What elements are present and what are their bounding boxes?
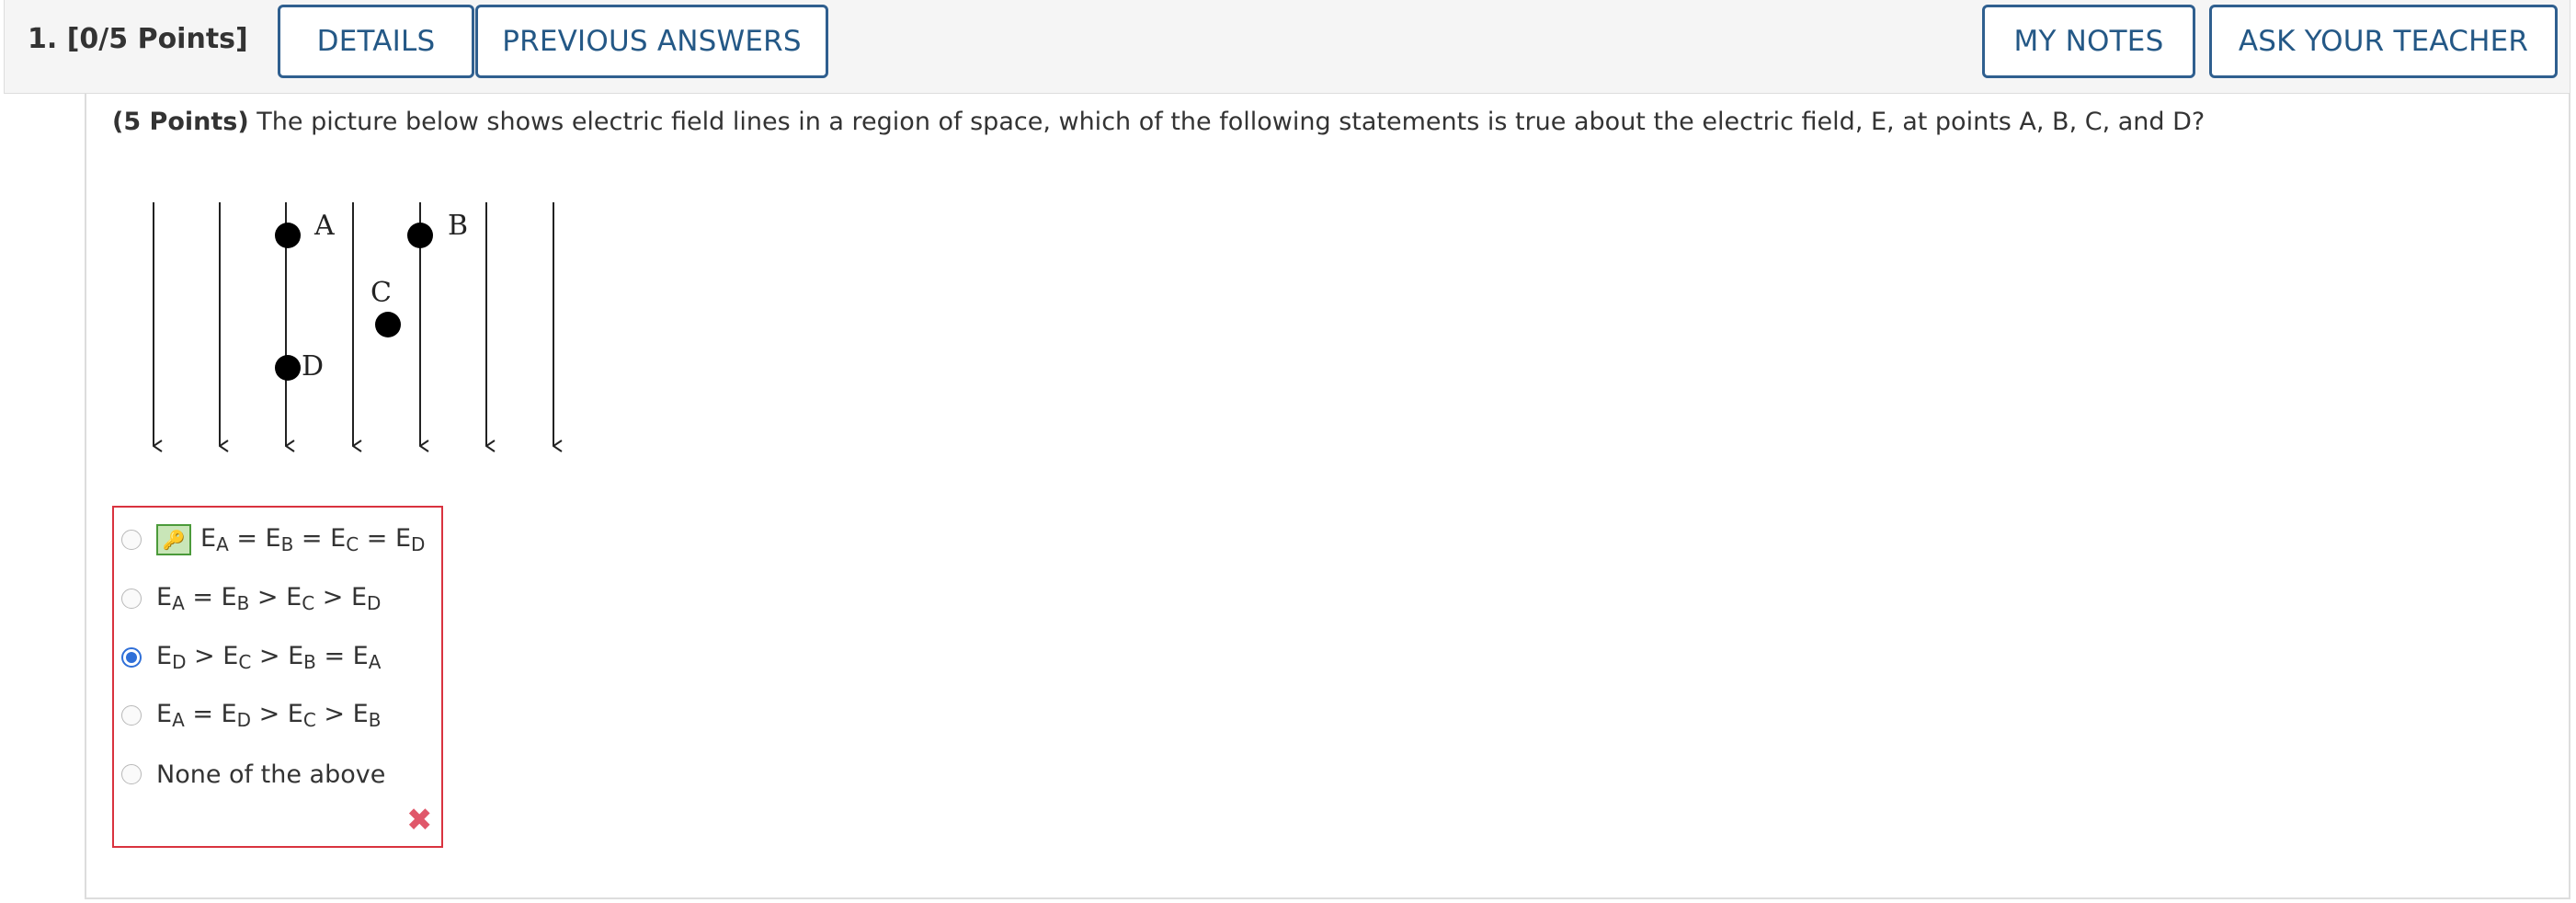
my-notes-button[interactable]: MY NOTES	[1982, 5, 2195, 78]
point-d-label: D	[302, 350, 324, 383]
answer-option-1[interactable]: 🔑 EA = EB = EC = ED	[121, 521, 425, 558]
key-icon: 🔑	[156, 524, 191, 555]
answer-text-5: None of the above	[156, 760, 386, 789]
point-b-label: B	[448, 210, 468, 242]
point-d-dot	[275, 355, 301, 381]
point-b-dot	[407, 223, 433, 248]
question-points: (5 Points)	[112, 108, 249, 136]
point-c-dot	[375, 312, 401, 337]
incorrect-x-icon: ✖	[406, 802, 433, 839]
radio-option-4[interactable]	[121, 705, 142, 726]
previous-answers-button[interactable]: PREVIOUS ANSWERS	[475, 5, 828, 78]
electric-field-diagram: A B C D	[153, 202, 588, 460]
point-a-dot	[275, 223, 301, 248]
answer-choices-box: 🔑 EA = EB = EC = ED EA = EB > EC > ED ED…	[112, 506, 443, 848]
question-number-points: 1. [0/5 Points]	[28, 23, 248, 55]
point-c-label: C	[370, 277, 392, 309]
answer-option-2[interactable]: EA = EB > EC > ED	[121, 580, 381, 617]
answer-text-3: ED > EC > EB = EA	[156, 642, 382, 673]
radio-option-1[interactable]	[121, 530, 142, 550]
question-prompt: (5 Points) The picture below shows elect…	[112, 108, 2205, 136]
answer-option-5[interactable]: None of the above	[121, 756, 385, 793]
answer-text-4: EA = ED > EC > EB	[156, 700, 382, 731]
details-button[interactable]: DETAILS	[278, 5, 474, 78]
question-text: The picture below shows electric field l…	[256, 108, 2206, 136]
answer-option-3[interactable]: ED > EC > EB = EA	[121, 639, 381, 676]
radio-option-3[interactable]	[121, 647, 142, 668]
answer-text-1: EA = EB = EC = ED	[200, 524, 426, 555]
ask-your-teacher-button[interactable]: ASK YOUR TEACHER	[2209, 5, 2558, 78]
radio-option-5[interactable]	[121, 764, 142, 784]
point-a-label: A	[313, 210, 335, 242]
radio-option-2[interactable]	[121, 589, 142, 609]
answer-option-4[interactable]: EA = ED > EC > EB	[121, 697, 381, 734]
answer-text-2: EA = EB > EC > ED	[156, 583, 382, 614]
